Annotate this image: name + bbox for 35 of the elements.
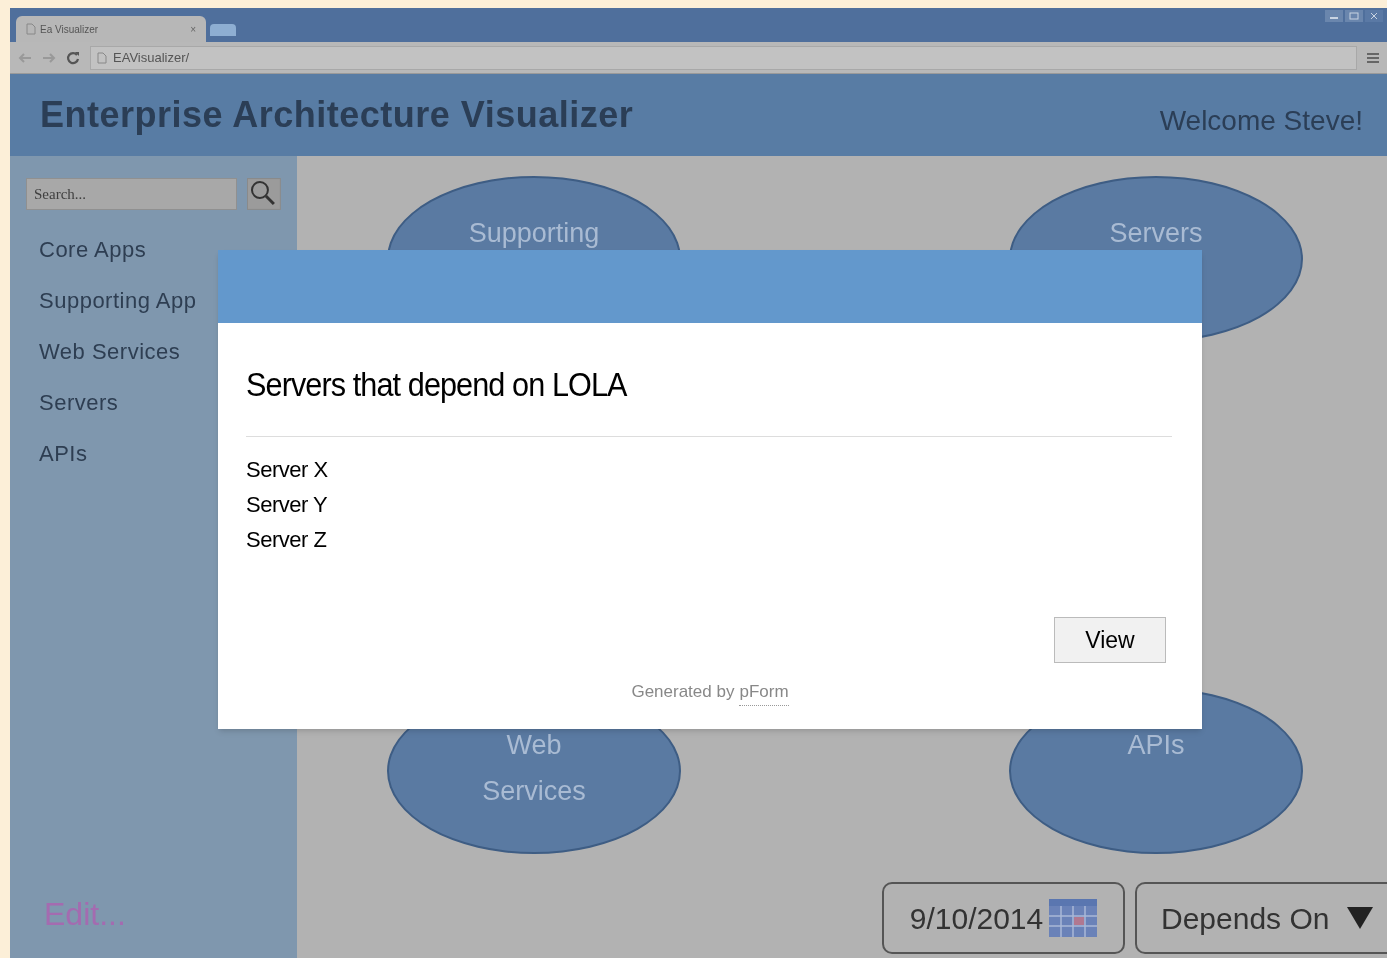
caret-icon [1347,907,1374,929]
calendar-icon[interactable] [1049,899,1098,937]
tab-close-button[interactable]: × [190,21,196,37]
welcome-text: Welcome Steve! [1159,104,1363,138]
tab-title: Ea Visualizer [40,22,100,37]
node-label: Services [482,777,586,805]
close-icon[interactable] [1365,10,1383,22]
dropdown-text: Depends On [1161,900,1330,937]
list-item: Server Z [246,526,328,554]
relation-dropdown[interactable]: Depends On [1135,882,1387,954]
node-label: Supporting [468,219,600,247]
app-title: Enterprise Architecture Visualizer [40,93,634,137]
node-label: Web [506,731,562,759]
address-bar[interactable]: EAVisualizer/ [90,45,1357,70]
browser-tab[interactable]: Ea Visualizer × [16,16,206,42]
list-item: Server X [246,456,329,484]
forward-icon[interactable] [42,51,56,64]
reload-icon[interactable] [66,50,80,65]
page-icon [26,23,36,35]
list-item: Server Y [246,491,329,519]
pform-link[interactable]: pForm [739,679,789,706]
menu-icon[interactable] [1367,51,1379,64]
node-label: APIs [1127,731,1185,759]
date-field[interactable]: 9/10/2014 [882,882,1125,954]
modal-title: Servers that depend on LOLA [246,364,629,405]
back-icon[interactable] [18,51,32,64]
url-text: EAVisualizer/ [113,48,190,67]
view-button[interactable]: View [1054,617,1166,663]
maximize-icon[interactable] [1345,10,1363,22]
page-icon [97,51,107,64]
search-icon[interactable] [247,178,281,210]
minimize-icon[interactable] [1325,10,1343,22]
search-field[interactable]: Search... [26,178,238,210]
node-label: Servers [1109,219,1203,247]
date-text: 9/10/2014 [909,900,1044,937]
